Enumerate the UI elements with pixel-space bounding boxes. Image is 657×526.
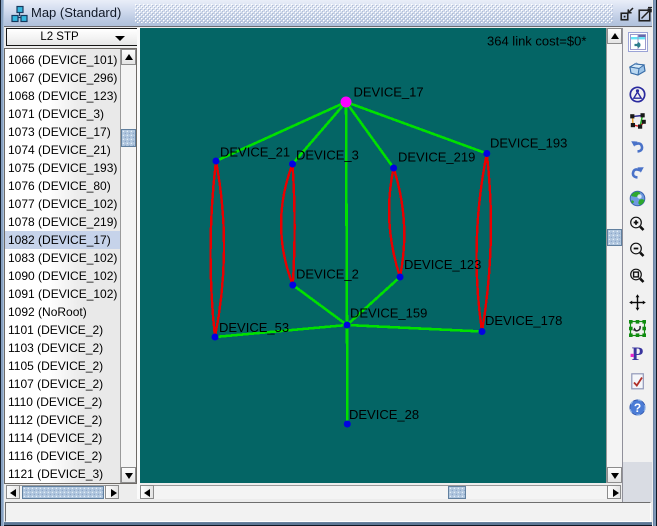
svg-text:DEVICE_21: DEVICE_21	[220, 145, 290, 160]
svg-text:DEVICE_219: DEVICE_219	[398, 150, 475, 165]
svg-text:DEVICE_28: DEVICE_28	[349, 407, 419, 422]
svg-text:DEVICE_3: DEVICE_3	[296, 148, 359, 163]
svg-text:?: ?	[634, 401, 641, 415]
svg-text:DEVICE_178: DEVICE_178	[485, 313, 562, 328]
svg-text:DEVICE_2: DEVICE_2	[296, 267, 359, 282]
svg-text:DEVICE_123: DEVICE_123	[404, 257, 481, 272]
svg-text:DEVICE_193: DEVICE_193	[490, 136, 567, 151]
svg-text:DEVICE_53: DEVICE_53	[219, 320, 289, 335]
svg-text:DEVICE_17: DEVICE_17	[354, 85, 424, 100]
svg-text:DEVICE_159: DEVICE_159	[350, 306, 427, 321]
svg-text:364 link cost=$0*: 364 link cost=$0*	[487, 34, 586, 49]
